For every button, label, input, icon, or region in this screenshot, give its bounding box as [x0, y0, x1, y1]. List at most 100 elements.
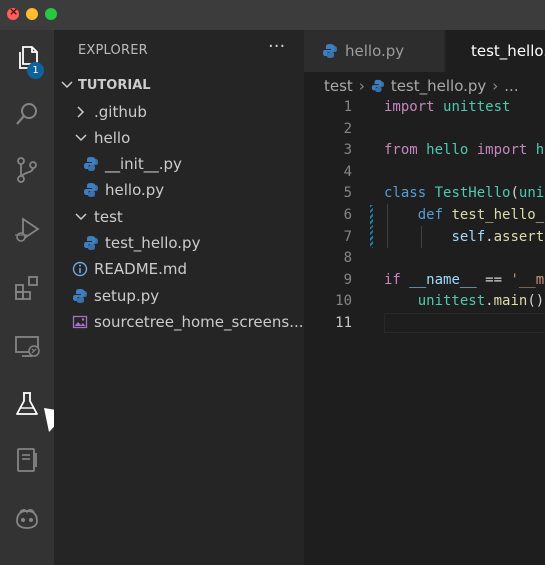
search-icon [16, 103, 37, 125]
code-token: assert [493, 228, 545, 245]
tab-hello-py[interactable]: hello.py [304, 30, 444, 72]
code-line[interactable]: 3 from hello import h [304, 140, 545, 162]
code-token: hello [426, 142, 469, 159]
tree-item-hello-py[interactable]: hello.py [54, 177, 304, 203]
tree-item-readme[interactable]: README.md [54, 256, 304, 282]
code-token: class [384, 185, 427, 202]
modified-line-indicator [370, 226, 373, 249]
tree-root-tutorial[interactable]: TUTORIAL [54, 72, 304, 98]
code-line[interactable]: 4 [304, 162, 545, 184]
code-editor[interactable]: 1 import unittest 2 3 from hello import h 4 5 c… [304, 96, 545, 565]
breadcrumb-file[interactable]: test_hello.py [391, 77, 486, 95]
python-file-icon [371, 79, 384, 93]
more-actions-button[interactable]: ··· [268, 36, 285, 57]
code-line[interactable]: 8 [304, 248, 545, 270]
tree-item-label: README.md [94, 260, 188, 278]
modified-line-indicator [370, 205, 373, 227]
tree-item-label: test_hello.py [105, 234, 201, 252]
activity-extensions[interactable] [0, 264, 54, 312]
extensions-icon [15, 276, 38, 300]
tab-test-hello-py[interactable]: test_hello.py [446, 30, 545, 72]
chevron-down-icon [61, 81, 73, 89]
activity-copilot[interactable] [0, 494, 54, 542]
image-file-icon [72, 315, 88, 329]
code-text: self.assert [384, 227, 544, 249]
code-text: if __name__ == '__m [384, 270, 544, 292]
code-token: __name__ [409, 271, 477, 288]
line-number: 7 [343, 228, 352, 245]
tree-root-label: TUTORIAL [78, 77, 151, 93]
code-line[interactable]: 2 [304, 119, 545, 141]
line-number: 11 [335, 315, 352, 331]
close-window-button[interactable] [7, 5, 19, 20]
code-token: import [384, 99, 435, 115]
line-number: 4 [343, 163, 352, 180]
code-token: unittest [443, 99, 511, 115]
code-line[interactable]: 7 self.assert [304, 226, 545, 249]
code-line[interactable]: 5 class TestHello(uni [304, 183, 545, 205]
code-token: == [476, 271, 511, 288]
tree-item-github[interactable]: .github [54, 99, 304, 125]
chevron-down-icon [75, 213, 87, 221]
breadcrumb-more[interactable]: ... [504, 77, 518, 95]
maximize-window-button[interactable] [45, 8, 57, 20]
copilot-icon [16, 509, 38, 529]
tree-item-hello-folder[interactable]: hello [54, 125, 304, 151]
tree-item-label: .github [94, 103, 147, 121]
line-number: 10 [335, 293, 352, 310]
explorer-badge: 1 [27, 62, 44, 79]
tree-item-init-py[interactable]: __init__.py [54, 151, 304, 177]
tree-item-label: setup.py [94, 287, 160, 305]
activity-source-control[interactable] [0, 146, 54, 194]
line-number: 3 [343, 142, 352, 159]
code-token: unittest [417, 293, 486, 310]
code-token: from [384, 142, 418, 159]
breadcrumb-folder[interactable]: test [324, 77, 353, 95]
explorer-title: EXPLORER [78, 43, 148, 58]
code-token: () [527, 293, 545, 310]
chevron-right-icon: › [492, 77, 499, 95]
source-control-icon [17, 157, 37, 183]
code-line[interactable]: 11 [304, 313, 545, 335]
activity-remote-explorer[interactable] [0, 322, 54, 370]
chevron-right-icon [77, 106, 85, 118]
code-line[interactable]: 1 import unittest [304, 97, 545, 119]
code-line[interactable]: 6 def test_hello_ [304, 205, 545, 227]
minimize-window-button[interactable] [26, 8, 38, 20]
activity-bar: 1 [0, 30, 54, 565]
activity-run-debug[interactable] [0, 206, 54, 254]
code-line[interactable]: 9 if __name__ == '__m [304, 270, 545, 292]
info-icon [72, 261, 88, 277]
editor-tabs: hello.py test_hello.py [304, 30, 545, 72]
tree-item-test-hello-py[interactable]: test_hello.py [54, 230, 304, 256]
python-file-icon [73, 289, 87, 303]
code-token: test_hello_ [451, 207, 545, 223]
code-token: . [485, 293, 494, 310]
python-file-icon [84, 157, 98, 171]
code-token: self [451, 228, 486, 245]
chevron-down-icon [75, 134, 87, 142]
activity-search[interactable] [0, 90, 54, 138]
chevron-right-icon: › [358, 77, 365, 95]
code-text: class TestHello(uni [384, 183, 544, 205]
code-text: def test_hello_ [384, 205, 544, 227]
remote-explorer-icon [15, 336, 40, 357]
tree-item-label: __init__.py [105, 155, 182, 173]
tree-item-setup-py[interactable]: setup.py [54, 283, 304, 309]
code-line[interactable]: 10 unittest.main() [304, 291, 545, 313]
activity-explorer[interactable]: 1 [0, 34, 54, 82]
code-token: def [417, 207, 444, 223]
tree-item-test-folder[interactable]: test [54, 204, 304, 230]
code-token: main [493, 293, 528, 310]
tree-item-sourcetree-image[interactable]: sourcetree_home_screens... [54, 309, 304, 335]
code-token: if [384, 271, 401, 288]
code-token: h [535, 142, 545, 159]
line-number: 2 [343, 120, 352, 137]
code-text: import unittest [384, 97, 510, 119]
